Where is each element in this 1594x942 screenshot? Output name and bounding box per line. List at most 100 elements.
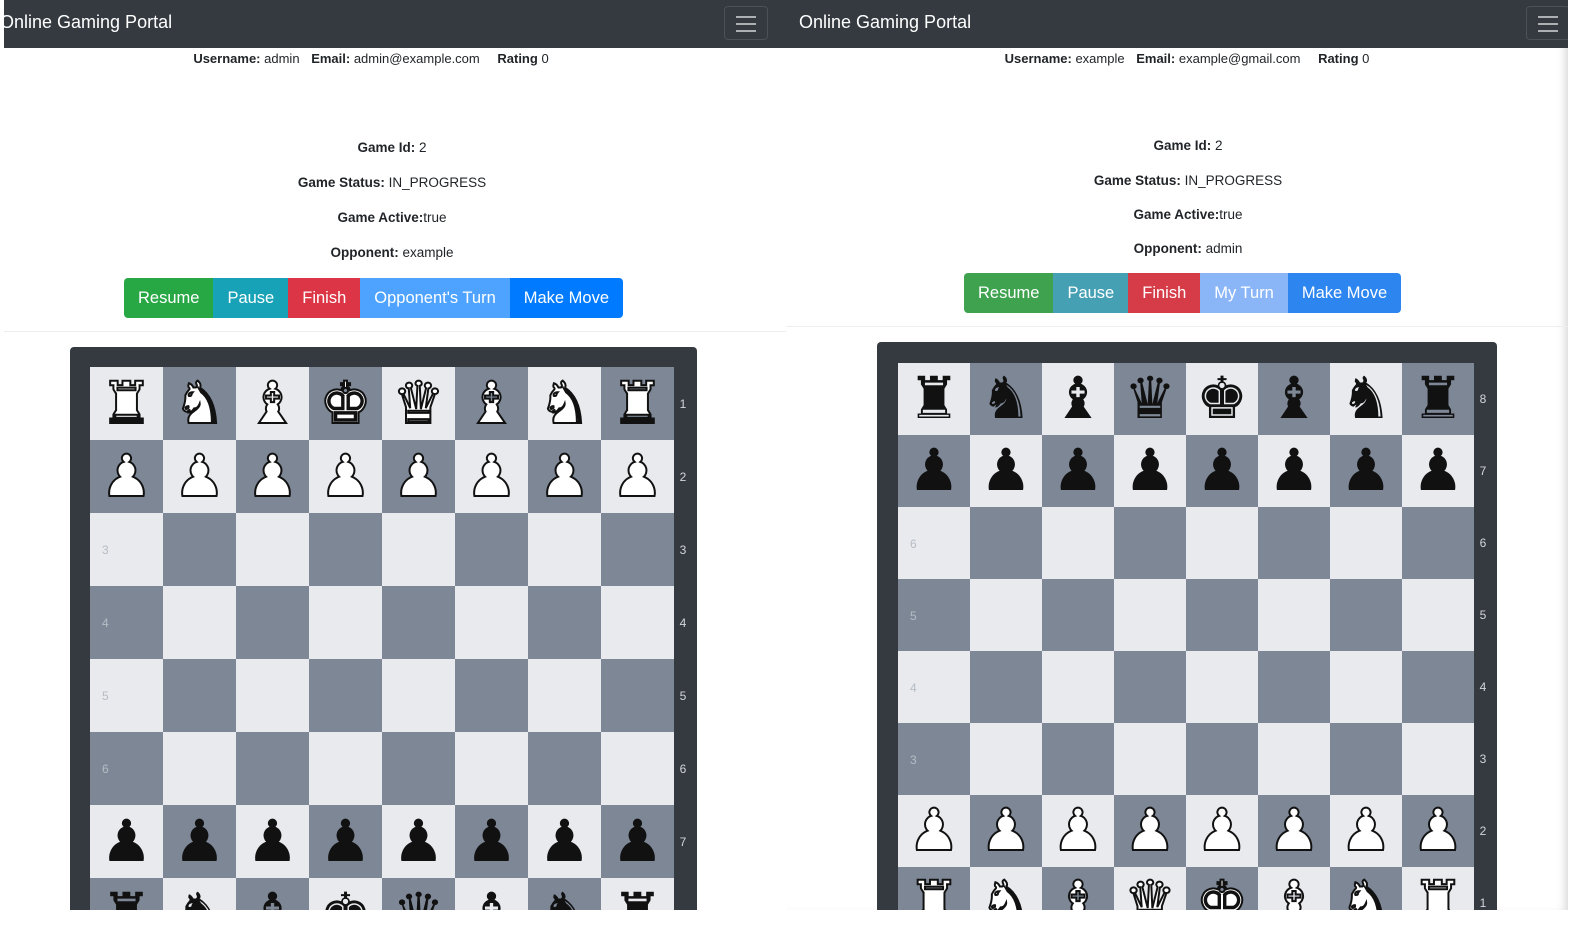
board-square[interactable]: ♟ (382, 440, 455, 513)
board-square[interactable]: 6 (898, 507, 970, 579)
board-square[interactable]: ♟ (528, 805, 601, 878)
board-square[interactable] (601, 659, 674, 732)
black-pawn-icon[interactable]: ♟ (1186, 435, 1258, 507)
board-square[interactable]: ♟ (1330, 795, 1402, 867)
white-pawn-icon[interactable]: ♟ (1186, 795, 1258, 867)
board-square[interactable] (970, 723, 1042, 795)
white-pawn-icon[interactable]: ♟ (970, 795, 1042, 867)
board-square[interactable] (1042, 579, 1114, 651)
chess-board[interactable]: ♜♞♝♚♛♝♞♜1♟♟♟♟♟♟♟♟233445566♟♟♟♟♟♟♟♟7♜♞♝♚♛… (90, 367, 686, 910)
white-knight-icon[interactable]: ♞ (163, 367, 236, 440)
board-square[interactable] (1186, 651, 1258, 723)
hamburger-menu-icon[interactable] (1526, 6, 1568, 40)
turn-indicator-button[interactable]: My Turn (1200, 273, 1288, 313)
board-square[interactable]: ♞ (163, 878, 236, 910)
board-square[interactable]: ♞ (163, 367, 236, 440)
white-bishop-icon[interactable]: ♝ (1258, 867, 1330, 911)
board-square[interactable]: ♜ (1402, 363, 1474, 435)
black-king-icon[interactable]: ♚ (1186, 363, 1258, 435)
board-square[interactable]: ♟ (1330, 435, 1402, 507)
black-pawn-icon[interactable]: ♟ (528, 805, 601, 878)
black-pawn-icon[interactable]: ♟ (90, 805, 163, 878)
board-square[interactable] (1186, 579, 1258, 651)
make-move-button[interactable]: Make Move (1287, 273, 1402, 313)
board-square[interactable] (1258, 579, 1330, 651)
white-queen-icon[interactable]: ♛ (382, 367, 455, 440)
black-pawn-icon[interactable]: ♟ (236, 805, 309, 878)
board-square[interactable]: ♛ (1114, 363, 1186, 435)
black-pawn-icon[interactable]: ♟ (1042, 435, 1114, 507)
white-pawn-icon[interactable]: ♟ (1042, 795, 1114, 867)
board-square[interactable]: ♟ (1114, 435, 1186, 507)
board-square[interactable]: ♟ (163, 805, 236, 878)
board-square[interactable] (1258, 507, 1330, 579)
white-pawn-icon[interactable]: ♟ (601, 440, 674, 513)
board-square[interactable]: ♟ (455, 440, 528, 513)
hamburger-menu-icon[interactable] (724, 6, 768, 40)
board-square[interactable]: ♛ (382, 367, 455, 440)
board-square[interactable] (163, 732, 236, 805)
board-square[interactable] (528, 732, 601, 805)
board-square[interactable] (1114, 507, 1186, 579)
board-square[interactable] (455, 659, 528, 732)
board-square[interactable] (1330, 723, 1402, 795)
board-square[interactable]: ♟ (1402, 795, 1474, 867)
white-pawn-icon[interactable]: ♟ (163, 440, 236, 513)
board-square[interactable] (163, 513, 236, 586)
resume-button[interactable]: Resume (124, 278, 214, 318)
white-pawn-icon[interactable]: ♟ (528, 440, 601, 513)
board-square[interactable]: ♚ (309, 367, 382, 440)
board-square[interactable] (1330, 507, 1402, 579)
resume-button[interactable]: Resume (964, 273, 1054, 313)
black-pawn-icon[interactable]: ♟ (970, 435, 1042, 507)
white-pawn-icon[interactable]: ♟ (90, 440, 163, 513)
board-square[interactable]: ♟ (898, 795, 970, 867)
board-square[interactable]: ♞ (970, 867, 1042, 910)
board-square[interactable] (382, 659, 455, 732)
black-pawn-icon[interactable]: ♟ (1330, 435, 1402, 507)
white-queen-icon[interactable]: ♛ (1114, 867, 1186, 911)
board-square[interactable]: ♜ (898, 363, 970, 435)
white-king-icon[interactable]: ♚ (1186, 867, 1258, 911)
black-queen-icon[interactable]: ♛ (382, 878, 455, 910)
finish-button[interactable]: Finish (1128, 273, 1201, 313)
board-square[interactable] (163, 659, 236, 732)
turn-indicator-button[interactable]: Opponent's Turn (360, 278, 510, 318)
board-square[interactable] (528, 513, 601, 586)
chess-board[interactable]: ♜ ♞ ♝ ♛ ♚ ♝ ♞ ♜ 8 ♟ ♟ ♟ ♟ ♟ ♟ ♟ ♟ 7 6 6 5 5 4 4 3 3 ♟ ♟ ♟ ♟ ♟ ♟ ♟ ♟ 2 ♜ ♞ ♝ ♛ ♚… (898, 363, 1486, 911)
black-knight-icon[interactable]: ♞ (528, 878, 601, 910)
board-square[interactable] (309, 586, 382, 659)
white-bishop-icon[interactable]: ♝ (455, 367, 528, 440)
board-square[interactable] (1402, 723, 1474, 795)
board-square[interactable] (382, 513, 455, 586)
board-square[interactable]: 4 (898, 651, 970, 723)
board-square[interactable]: ♞ (1330, 867, 1402, 910)
board-square[interactable] (455, 586, 528, 659)
board-square[interactable]: ♟ (309, 440, 382, 513)
board-square[interactable]: ♟ (236, 440, 309, 513)
board-square[interactable]: ♟ (528, 440, 601, 513)
board-square[interactable]: ♟ (1402, 435, 1474, 507)
board-square[interactable] (455, 732, 528, 805)
board-square[interactable] (1258, 723, 1330, 795)
white-knight-icon[interactable]: ♞ (528, 367, 601, 440)
board-square[interactable] (1402, 507, 1474, 579)
white-pawn-icon[interactable]: ♟ (309, 440, 382, 513)
board-square[interactable]: ♟ (1042, 435, 1114, 507)
board-square[interactable] (236, 586, 309, 659)
board-square[interactable]: ♝ (236, 367, 309, 440)
board-square[interactable]: ♟ (1114, 795, 1186, 867)
white-rook-icon[interactable]: ♜ (90, 367, 163, 440)
board-square[interactable]: ♛ (1114, 867, 1186, 910)
black-rook-icon[interactable]: ♜ (898, 363, 970, 435)
board-square[interactable]: ♝ (1258, 867, 1330, 910)
board-square[interactable] (601, 513, 674, 586)
white-bishop-icon[interactable]: ♝ (1042, 867, 1114, 911)
board-square[interactable]: ♟ (1042, 795, 1114, 867)
board-square[interactable]: ♚ (1186, 867, 1258, 910)
board-square[interactable]: ♜ (601, 878, 674, 910)
black-queen-icon[interactable]: ♛ (1114, 363, 1186, 435)
board-square[interactable]: ♟ (90, 440, 163, 513)
white-pawn-icon[interactable]: ♟ (898, 795, 970, 867)
board-square[interactable]: ♞ (970, 363, 1042, 435)
